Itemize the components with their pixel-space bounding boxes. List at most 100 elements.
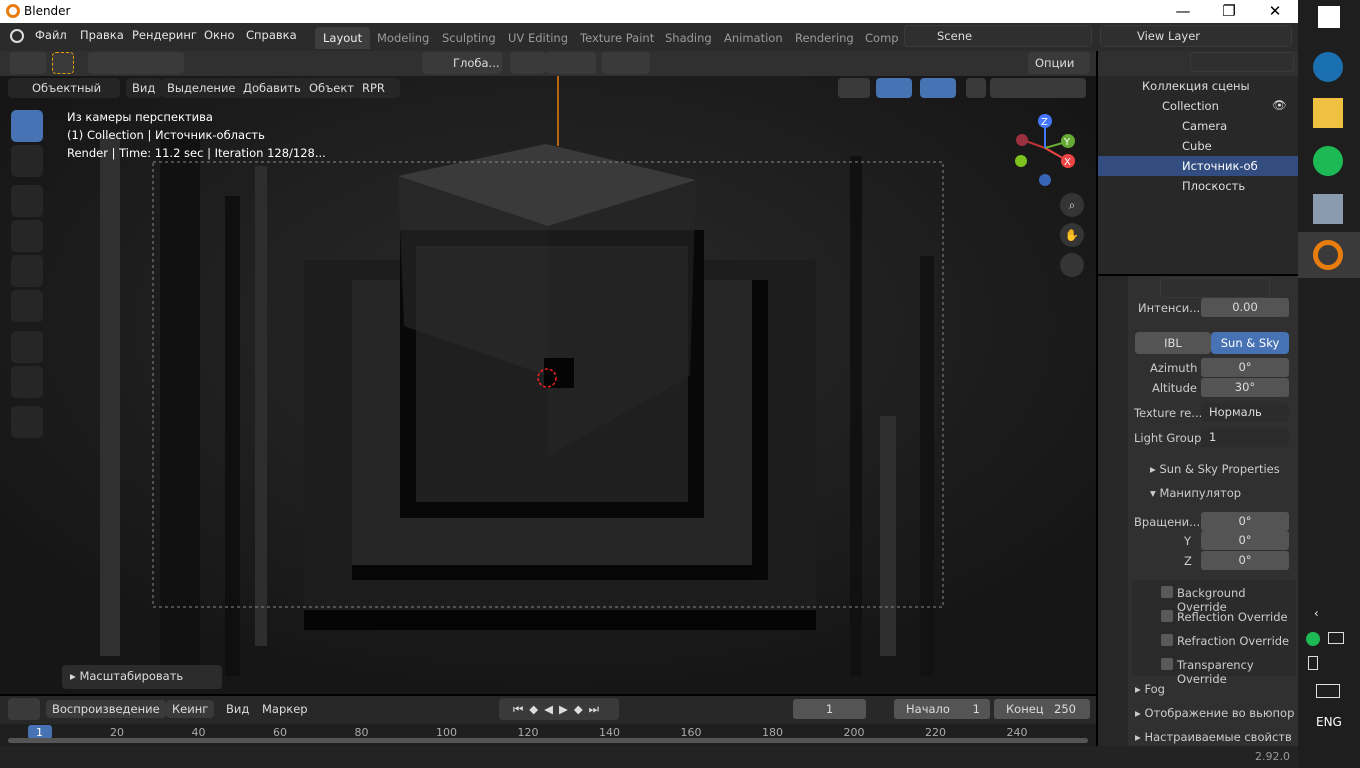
tray-expand-icon[interactable]: ‹ [1314,606,1319,620]
tab-texture-paint[interactable]: Texture Paint [572,27,662,49]
maximize-button[interactable]: ❐ [1206,0,1252,23]
tool-annotate[interactable] [11,331,43,363]
outliner-item-camera[interactable]: Camera [1182,119,1227,133]
tab-animation[interactable]: Animation [716,27,791,49]
timeline-menu-view[interactable]: Вид [226,702,249,716]
view-layer-selector[interactable]: View Layer [1100,25,1292,47]
minimize-button[interactable]: — [1160,0,1206,23]
texture-resolution-dropdown[interactable]: Нормаль [1201,403,1289,422]
remote-desktop-icon[interactable] [1313,194,1343,224]
tool-select-box[interactable] [11,110,43,142]
menu-edit[interactable]: Правка [80,28,124,42]
properties-tabs[interactable] [1098,276,1128,746]
refraction-override-checkbox[interactable] [1161,634,1173,646]
scene-selector[interactable]: Scene [904,25,1092,47]
tab-sun-sky[interactable]: Sun & Sky [1211,332,1289,354]
tool-transform[interactable] [11,290,43,322]
options-dropdown[interactable]: Опции [1035,56,1074,70]
intensity-field[interactable]: 0.00 [1201,298,1289,317]
gizmo-toggle-icon[interactable] [876,78,912,98]
gizmo-neg-z-ball[interactable] [1039,174,1051,186]
eye-icon[interactable]: 👁 [1272,98,1287,112]
menu-help[interactable]: Справка [246,28,297,42]
properties-search-input[interactable] [1160,278,1270,298]
timeline-menu-marker[interactable]: Маркер [262,702,308,716]
select-tool-icon[interactable] [52,52,74,74]
custom-properties-panel[interactable]: ▸ Настраиваемые свойств [1135,730,1292,744]
gizmo-neg-x-ball[interactable] [1016,134,1028,146]
tool-add-cube[interactable] [11,406,43,438]
tool-scale[interactable] [11,255,43,287]
menu-view[interactable]: Вид [126,78,162,98]
timeline-editor-type-button[interactable] [8,698,40,720]
reflection-override-checkbox[interactable] [1161,610,1173,622]
outliner-item-cube[interactable]: Cube [1182,139,1212,153]
blender-icon[interactable] [1313,240,1343,270]
rotation-z-field[interactable]: 0° [1201,551,1289,570]
tab-sculpting[interactable]: Sculpting [434,27,504,49]
keying-dropdown[interactable]: Кеинг [166,700,215,718]
last-operator-panel[interactable]: ▸ Масштабировать [62,665,222,689]
menu-render[interactable]: Рендеринг [132,28,197,42]
visibility-icon[interactable] [838,78,870,98]
end-frame-field[interactable]: Конец 250 [994,699,1090,719]
input-language[interactable]: ENG [1316,715,1342,729]
tray-network-icon[interactable] [1328,632,1344,644]
rotation-y-field[interactable]: 0° [1201,531,1289,550]
current-frame-field[interactable]: 1 [793,699,866,719]
proportional-edit-icon[interactable] [602,52,650,74]
select-mode-buttons[interactable] [88,52,184,74]
azimuth-field[interactable]: 0° [1201,358,1289,377]
blender-menu-icon[interactable] [10,29,24,43]
start-frame-field[interactable]: Начало 1 [894,699,990,719]
light-group-dropdown[interactable]: 1 [1201,428,1289,447]
camera-view-icon[interactable] [1060,253,1084,277]
tool-measure[interactable] [11,366,43,398]
tab-rendering[interactable]: Rendering [787,27,862,49]
manipulator-panel[interactable]: ▾ Манипулятор [1150,486,1241,500]
tab-compositing[interactable]: Comp [857,27,907,49]
zoom-icon[interactable]: ⌕ [1060,193,1084,217]
gizmo-neg-y-ball[interactable] [1015,155,1027,167]
tool-cursor[interactable] [11,145,43,177]
tool-move[interactable] [11,185,43,217]
close-button[interactable]: ✕ [1252,0,1298,23]
tab-uv-editing[interactable]: UV Editing [500,27,576,49]
background-override-checkbox[interactable] [1161,586,1173,598]
tab-ibl[interactable]: IBL [1135,332,1211,354]
altitude-field[interactable]: 30° [1201,378,1289,397]
pivot-point-icon[interactable] [510,52,546,74]
transform-orientation[interactable]: Глоба... [453,56,500,70]
menu-select[interactable]: Выделение [161,78,242,98]
menu-add[interactable]: Добавить [237,78,307,98]
viewport-display-panel[interactable]: ▸ Отображение во вьюпор [1135,706,1294,720]
xray-icon[interactable] [966,78,986,98]
editor-type-button[interactable] [10,52,46,74]
sun-sky-properties-panel[interactable]: ▸ Sun & Sky Properties [1150,462,1280,476]
rotation-x-field[interactable]: 0° [1201,512,1289,531]
playback-controls[interactable]: ⏮◆◀▶◆⏭ [499,698,619,720]
snap-icon[interactable] [546,52,596,74]
tab-modeling[interactable]: Modeling [369,27,437,49]
tray-battery-icon[interactable] [1308,656,1318,670]
touch-keyboard-icon[interactable] [1316,684,1340,698]
collection-label[interactable]: Collection [1162,99,1219,113]
menu-rpr[interactable]: RPR [356,78,400,98]
tab-shading[interactable]: Shading [657,27,720,49]
tool-rotate[interactable] [11,220,43,252]
menu-window[interactable]: Окно [204,28,235,42]
shading-mode-buttons[interactable] [990,78,1086,98]
3d-viewport[interactable]: X Y Z Из камеры перспектива (1) Collecti… [0,76,1096,694]
tab-layout[interactable]: Layout [315,27,371,49]
outliner-search-input[interactable] [1190,52,1294,72]
menu-object[interactable]: Объект [303,78,360,98]
outliner-item-light[interactable]: Источник-об [1182,159,1258,173]
playback-dropdown[interactable]: Воспроизведение [46,700,166,718]
fog-panel[interactable]: ▸ Fog [1135,682,1165,696]
tray-spotify-icon[interactable] [1306,632,1320,646]
transparency-override-checkbox[interactable] [1161,658,1173,670]
pan-hand-icon[interactable]: ✋ [1060,223,1084,247]
menu-file[interactable]: Файл [35,28,67,42]
steam-icon[interactable] [1313,52,1343,82]
timeline-scrollbar[interactable] [8,738,1088,743]
